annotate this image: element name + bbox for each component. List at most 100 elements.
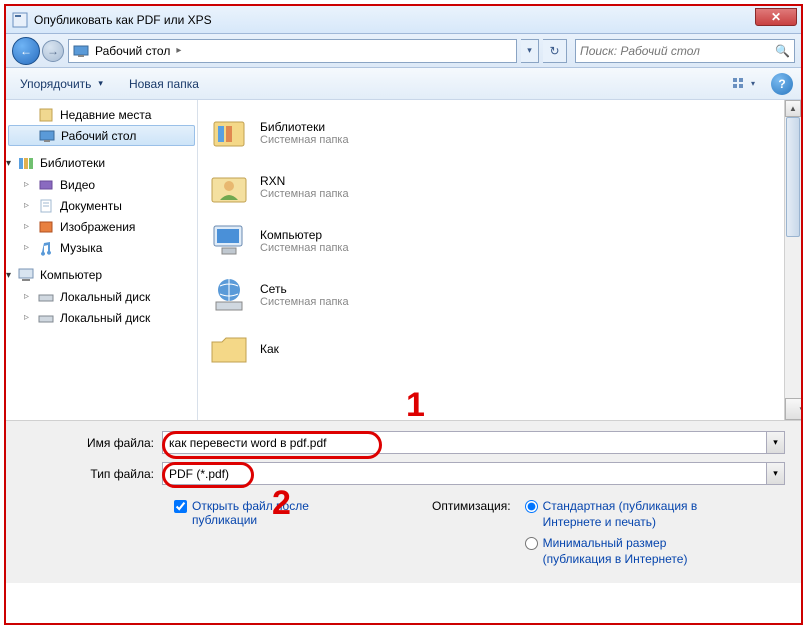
sidebar-group-computer[interactable]: ▾ Компьютер [6, 264, 197, 286]
close-icon: ✕ [771, 10, 781, 24]
filename-label: Имя файла: [22, 436, 162, 450]
sidebar-item-label: Библиотеки [40, 156, 105, 170]
close-button[interactable]: ✕ [755, 8, 797, 26]
breadcrumb-location: Рабочий стол [95, 44, 170, 58]
refresh-button[interactable]: ↻ [543, 39, 567, 63]
chevron-right-icon: ▸ [176, 45, 181, 56]
window-titlebar: Опубликовать как PDF или XPS ✕ [6, 6, 801, 34]
music-icon [38, 240, 54, 256]
sidebar-item-recent[interactable]: Недавние места [6, 104, 197, 125]
arrow-left-icon: ← [20, 44, 32, 58]
view-mode-button[interactable]: ▾ [731, 73, 757, 95]
filename-value: как перевести word в pdf.pdf [169, 436, 327, 450]
sidebar-item-label: Музыка [60, 241, 102, 255]
computer-icon [208, 220, 250, 262]
search-icon: 🔍 [775, 44, 790, 58]
drive-icon [38, 310, 54, 326]
scroll-thumb[interactable] [786, 117, 800, 237]
expand-icon[interactable]: ▹ [22, 222, 31, 231]
nav-forward-button[interactable]: → [42, 40, 64, 62]
sidebar-item-label: Локальный диск [60, 290, 150, 304]
file-item-libraries[interactable]: Библиотеки Системная папка [202, 106, 797, 160]
desktop-icon [73, 43, 89, 59]
sidebar-item-documents[interactable]: ▹ Документы [6, 195, 197, 216]
app-icon [12, 12, 28, 28]
view-icon [733, 78, 749, 90]
file-name: RXN [260, 174, 349, 188]
expand-icon[interactable]: ▹ [22, 201, 31, 210]
file-item-kak[interactable]: Как [202, 322, 797, 376]
nav-back-button[interactable]: ← [12, 37, 40, 65]
save-options-panel: Имя файла: как перевести word в pdf.pdf … [6, 420, 801, 583]
documents-icon [38, 198, 54, 214]
sidebar: Недавние места Рабочий стол ▾ Библиотеки… [6, 100, 198, 420]
options-row: Открыть файл после публикации Оптимизаци… [22, 493, 785, 573]
expand-icon[interactable]: ▹ [22, 180, 31, 189]
annotation-number-2: 2 [272, 484, 291, 523]
search-input[interactable] [580, 44, 775, 58]
scroll-up-button[interactable]: ▲ [785, 100, 801, 117]
sidebar-item-images[interactable]: ▹ Изображения [6, 216, 197, 237]
filename-row: Имя файла: как перевести word в pdf.pdf … [22, 431, 785, 454]
file-name: Компьютер [260, 228, 349, 242]
file-subtitle: Системная папка [260, 188, 349, 200]
optimize-minimal-input[interactable] [525, 537, 538, 550]
optimize-standard-radio[interactable]: Стандартная (публикация в Интернете и пе… [525, 499, 723, 530]
filename-input[interactable]: как перевести word в pdf.pdf ▾ [162, 431, 785, 454]
vertical-scrollbar[interactable]: ▲ ▼ [784, 100, 801, 420]
sidebar-item-label: Недавние места [60, 108, 151, 122]
expand-icon[interactable]: ▹ [22, 243, 31, 252]
chevron-down-icon: ▾ [751, 79, 755, 88]
expand-icon[interactable]: ▹ [22, 313, 31, 322]
optimize-minimal-radio[interactable]: Минимальный размер (публикация в Интерне… [525, 536, 723, 567]
file-item-network[interactable]: Сеть Системная папка [202, 268, 797, 322]
filetype-dropdown-button[interactable]: ▾ [766, 463, 784, 484]
address-dropdown-button[interactable]: ▾ [521, 39, 539, 63]
file-item-rxn[interactable]: RXN Системная папка [202, 160, 797, 214]
filename-dropdown-button[interactable]: ▾ [766, 432, 784, 453]
optimize-standard-input[interactable] [525, 500, 538, 513]
sidebar-item-local-disk-c[interactable]: ▹ Локальный диск [6, 286, 197, 307]
window-title: Опубликовать как PDF или XPS [34, 13, 212, 27]
filetype-select[interactable]: PDF (*.pdf) ▾ [162, 462, 785, 485]
sidebar-item-label: Компьютер [40, 268, 102, 282]
video-icon [38, 177, 54, 193]
expand-icon[interactable]: ▾ [6, 270, 17, 281]
toolbar: Упорядочить Новая папка ▾ ? [6, 68, 801, 100]
libraries-icon [18, 155, 34, 171]
arrow-right-icon: → [47, 44, 59, 58]
optimize-standard-label: Стандартная (публикация в Интернете и пе… [543, 499, 723, 530]
computer-icon [18, 267, 34, 283]
refresh-icon: ↻ [549, 44, 559, 58]
help-button[interactable]: ? [771, 73, 793, 95]
expand-icon[interactable]: ▹ [22, 292, 31, 301]
sidebar-item-desktop[interactable]: Рабочий стол [8, 125, 195, 146]
file-item-computer[interactable]: Компьютер Системная папка [202, 214, 797, 268]
scroll-down-button[interactable]: ▼ [785, 398, 801, 420]
file-list-pane: Библиотеки Системная папка RXN Системная… [198, 100, 801, 420]
content-area: Недавние места Рабочий стол ▾ Библиотеки… [6, 100, 801, 420]
images-icon [38, 219, 54, 235]
optimize-label: Оптимизация: [432, 499, 511, 513]
sidebar-item-music[interactable]: ▹ Музыка [6, 237, 197, 258]
filetype-label: Тип файла: [22, 467, 162, 481]
sidebar-group-libraries[interactable]: ▾ Библиотеки [6, 152, 197, 174]
file-name: Как [260, 342, 279, 356]
sidebar-item-label: Локальный диск [60, 311, 150, 325]
file-subtitle: Системная папка [260, 134, 349, 146]
sidebar-item-local-disk-d[interactable]: ▹ Локальный диск [6, 307, 197, 328]
expand-icon[interactable]: ▾ [6, 158, 17, 169]
optimize-radio-group: Стандартная (публикация в Интернете и пе… [525, 499, 723, 573]
libraries-icon [208, 112, 250, 154]
file-name: Сеть [260, 282, 349, 296]
new-folder-button[interactable]: Новая папка [123, 73, 205, 95]
organize-button[interactable]: Упорядочить [14, 73, 109, 95]
drive-icon [38, 289, 54, 305]
annotation-number-1: 1 [406, 386, 425, 425]
open-after-checkbox-input[interactable] [174, 500, 187, 513]
file-subtitle: Системная папка [260, 296, 349, 308]
user-folder-icon [208, 166, 250, 208]
address-breadcrumb[interactable]: Рабочий стол ▸ [68, 39, 517, 63]
search-box[interactable]: 🔍 [575, 39, 795, 63]
sidebar-item-video[interactable]: ▹ Видео [6, 174, 197, 195]
